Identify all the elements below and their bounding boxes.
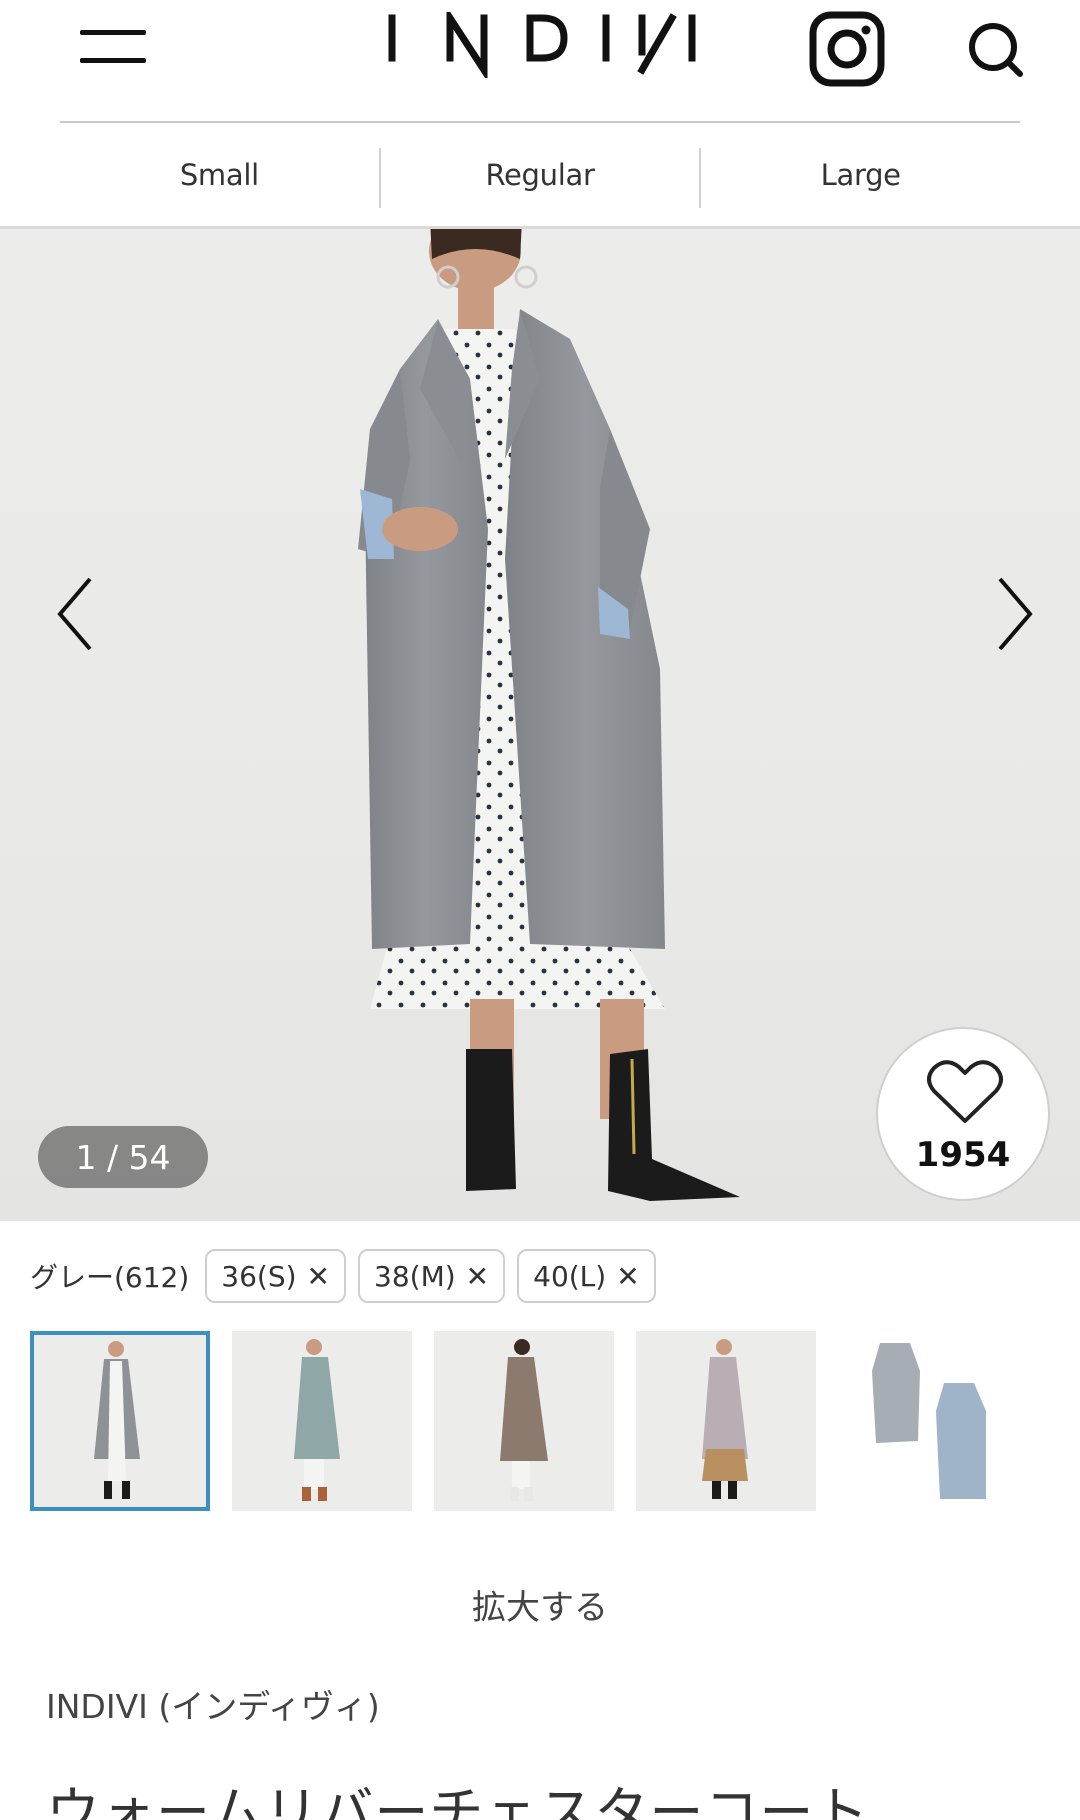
favorite-button[interactable]: 1954 bbox=[876, 1027, 1050, 1201]
product-title: ウォームリバーチェスターコート bbox=[46, 1781, 870, 1820]
thumbnail-image bbox=[636, 1331, 816, 1511]
favorite-count: 1954 bbox=[915, 1135, 1011, 1175]
size-chip-label: 36(S) bbox=[221, 1259, 297, 1293]
header-divider bbox=[60, 121, 1020, 123]
size-chip-m[interactable]: 38(M) ✕ bbox=[358, 1249, 506, 1303]
thumbnail-sage[interactable] bbox=[232, 1331, 412, 1511]
size-chip-label: 40(L) bbox=[533, 1259, 607, 1293]
close-icon: ✕ bbox=[465, 1259, 490, 1293]
thumbnail-image bbox=[838, 1331, 1018, 1511]
brand-logo[interactable] bbox=[380, 6, 700, 82]
thumbnail-strip bbox=[30, 1331, 1080, 1519]
thumbnail-image bbox=[434, 1331, 614, 1511]
hamburger-menu-icon[interactable] bbox=[80, 28, 148, 68]
size-chip-l[interactable]: 40(L) ✕ bbox=[517, 1249, 656, 1303]
thumbnail-gray[interactable] bbox=[30, 1331, 210, 1511]
variant-selector: グレー(612) 36(S) ✕ 38(M) ✕ 40(L) ✕ bbox=[30, 1248, 668, 1304]
thumbnail-flat-lay[interactable] bbox=[838, 1331, 1018, 1511]
thumbnail-image bbox=[232, 1331, 412, 1511]
chevron-right-icon[interactable] bbox=[980, 569, 1040, 659]
site-header bbox=[0, 0, 1080, 123]
size-chip-s[interactable]: 36(S) ✕ bbox=[205, 1249, 347, 1303]
thumbnail-brown[interactable] bbox=[434, 1331, 614, 1511]
product-image-carousel[interactable]: 1 / 54 1954 bbox=[0, 229, 1080, 1221]
image-counter: 1 / 54 bbox=[38, 1126, 208, 1188]
size-range-tabs: Small Regular Large bbox=[60, 124, 1020, 226]
thumbnail-lilac[interactable] bbox=[636, 1331, 816, 1511]
close-icon: ✕ bbox=[616, 1259, 640, 1293]
thumbnail-image bbox=[30, 1331, 210, 1511]
instagram-icon[interactable] bbox=[808, 10, 886, 88]
tab-large[interactable]: Large bbox=[701, 124, 1020, 226]
tab-regular[interactable]: Regular bbox=[381, 124, 700, 226]
color-label: グレー(612) bbox=[30, 1261, 190, 1294]
heart-outline-icon bbox=[927, 1060, 1003, 1123]
product-brand[interactable]: INDIVI (インディヴィ) bbox=[46, 1680, 380, 1728]
chevron-left-icon[interactable] bbox=[50, 569, 110, 659]
search-icon[interactable] bbox=[966, 20, 1026, 80]
size-chip-label: 38(M) bbox=[374, 1259, 456, 1293]
indivi-logo-mark bbox=[388, 6, 696, 82]
zoom-link[interactable]: 拡大する bbox=[0, 1580, 1080, 1629]
close-icon: ✕ bbox=[306, 1259, 331, 1293]
tab-small[interactable]: Small bbox=[60, 124, 379, 226]
